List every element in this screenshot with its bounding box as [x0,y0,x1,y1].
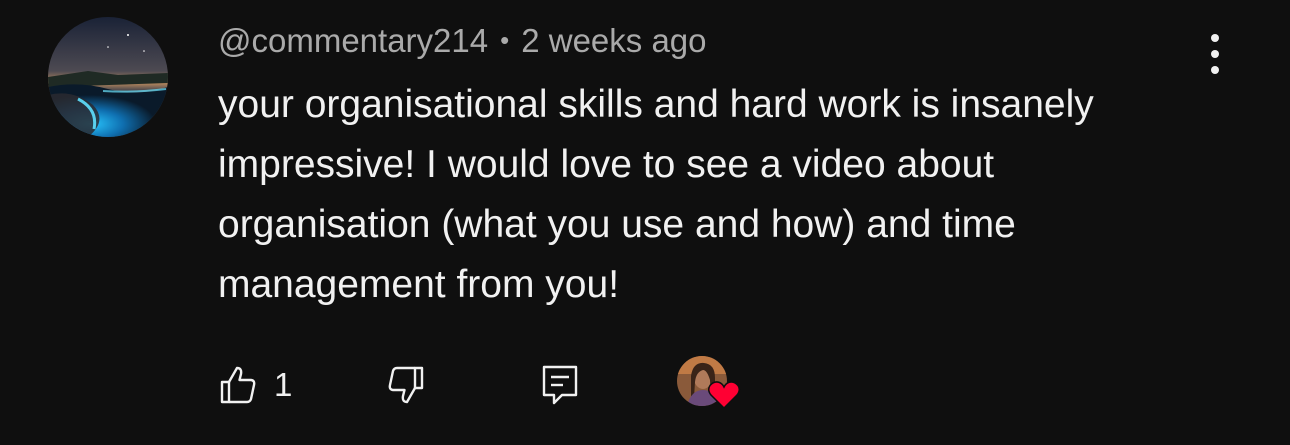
night-beach-avatar-image [48,17,168,137]
dislike-button[interactable] [386,360,426,410]
creator-heart-badge [677,356,743,416]
reply-button[interactable] [540,360,580,410]
more-vert-icon-dot [1211,50,1219,58]
more-vert-icon-dot [1211,66,1219,74]
like-button[interactable]: 1 [218,360,292,410]
comment-thread: @commentary214 • 2 weeks ago your organisa… [0,0,1290,445]
author-handle[interactable]: @commentary214 [218,22,488,59]
thumb-up-icon [220,366,256,404]
more-actions-button[interactable] [1196,30,1234,78]
author-avatar[interactable] [48,17,168,137]
heart-icon [707,381,741,410]
comment-text: your organisational skills and hard work… [218,83,1094,306]
comment-action-bar: 1 [0,350,1290,420]
more-vert-icon [1211,34,1219,42]
reply-comment-icon [542,365,578,405]
like-count: 1 [274,366,293,403]
separator-dot: • [500,25,510,55]
comment-timestamp[interactable]: 2 weeks ago [521,22,706,59]
thumb-down-icon [388,366,424,404]
comment-header: @commentary214 • 2 weeks ago [218,20,707,64]
